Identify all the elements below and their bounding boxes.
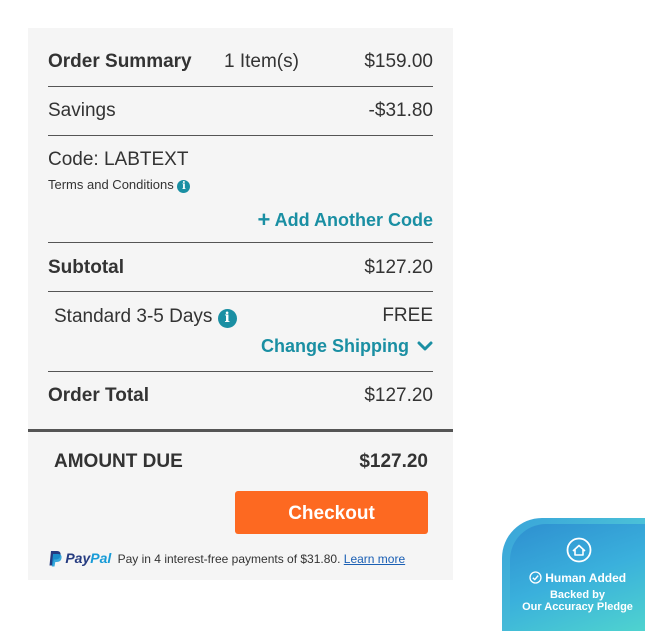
terms-and-conditions[interactable]: Terms and Conditions i	[48, 177, 191, 193]
badge-line-2: Our Accuracy Pledge	[522, 601, 633, 613]
add-another-code-button[interactable]: + Add Another Code	[257, 206, 433, 232]
badge-subtitle: Backed by Our Accuracy Pledge	[510, 589, 645, 613]
home-icon	[566, 537, 592, 563]
subtotal-value: $127.20	[364, 257, 433, 278]
shipping-label: Standard 3-5 Days	[54, 306, 213, 327]
items-total: $159.00	[364, 51, 433, 72]
paypal-message: PayPal Pay in 4 interest-free payments o…	[48, 549, 405, 568]
divider	[48, 242, 433, 243]
paypal-icon	[49, 551, 62, 567]
badge-title: Human Added	[545, 571, 627, 585]
order-total-label: Order Total	[48, 385, 149, 406]
divider	[48, 86, 433, 87]
item-count: 1 Item(s)	[224, 51, 299, 72]
savings-label: Savings	[48, 100, 116, 121]
paypal-logo: PayPal	[65, 550, 112, 566]
paypal-installments-text: Pay in 4 interest-free payments of $31.8…	[117, 552, 341, 566]
shipping-value: FREE	[382, 305, 433, 326]
info-icon[interactable]: i	[177, 180, 191, 193]
badge-background: Human Added Backed by Our Accuracy Pledg…	[510, 524, 645, 631]
divider	[48, 371, 433, 372]
terms-label[interactable]: Terms and Conditions	[48, 177, 174, 192]
change-shipping-button[interactable]: Change Shipping	[261, 336, 433, 357]
subtotal-label: Subtotal	[48, 257, 124, 278]
amount-due-value: $127.20	[359, 451, 428, 472]
plus-icon: +	[257, 207, 271, 232]
amount-due-label: AMOUNT DUE	[54, 451, 183, 472]
badge-title-row: Human Added	[510, 571, 645, 585]
divider	[48, 135, 433, 136]
accuracy-pledge-badge[interactable]: Human Added Backed by Our Accuracy Pledg…	[502, 518, 645, 631]
promo-code-label: Code: LABTEXT	[48, 149, 189, 170]
savings-value: -$31.80	[368, 100, 433, 121]
badge-line-1: Backed by	[549, 589, 606, 601]
divider	[48, 291, 433, 292]
checkout-button[interactable]: Checkout	[235, 491, 428, 534]
order-total-value: $127.20	[364, 385, 433, 406]
order-summary-panel: Order Summary 1 Item(s) $159.00 Savings …	[28, 28, 453, 580]
change-shipping-label: Change Shipping	[260, 336, 409, 356]
chevron-down-icon	[417, 341, 433, 351]
order-summary-title: Order Summary	[48, 51, 192, 72]
check-circle-icon	[529, 571, 542, 584]
learn-more-link[interactable]: Learn more	[344, 552, 405, 566]
shipping-method: Standard 3-5 Days i	[54, 306, 237, 328]
add-code-label: Add Another Code	[274, 210, 433, 230]
info-icon[interactable]: i	[217, 309, 237, 328]
divider-thick	[28, 429, 453, 432]
